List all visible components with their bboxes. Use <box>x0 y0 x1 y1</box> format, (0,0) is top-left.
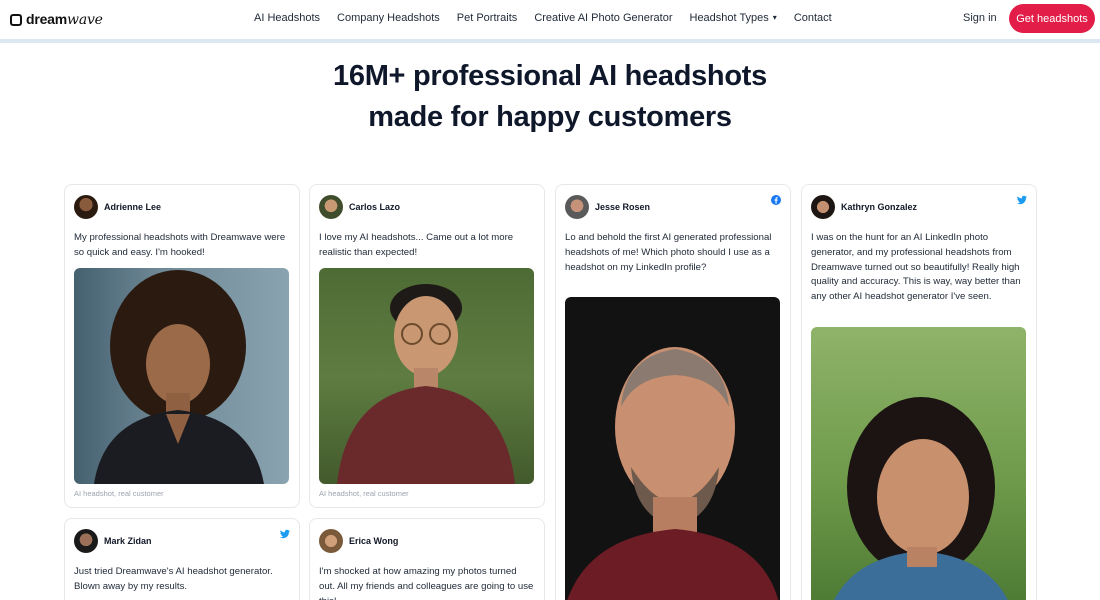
customer-name: Erica Wong <box>349 536 399 546</box>
testimonial-card: Jesse Rosen Lo and behold the first AI g… <box>555 184 791 600</box>
testimonial-card: Erica Wong I'm shocked at how amazing my… <box>309 518 545 600</box>
nav-company-headshots[interactable]: Company Headshots <box>337 12 440 24</box>
headshot-illustration <box>567 347 779 600</box>
customer-headshot <box>74 268 289 484</box>
customer-name: Jesse Rosen <box>595 202 651 212</box>
site-header: dreamwave AI Headshots Company Headshots… <box>0 0 1100 40</box>
avatar <box>319 529 343 553</box>
avatar <box>74 529 98 553</box>
nav-pet-portraits[interactable]: Pet Portraits <box>457 12 518 24</box>
customer-name: Mark Zidan <box>104 536 152 546</box>
twitter-icon[interactable] <box>1017 195 1027 205</box>
testimonial-card: Mark Zidan Just tried Dreamwave's AI hea… <box>64 518 300 600</box>
headshot-illustration <box>94 270 264 484</box>
hero-heading: 16M+ professional AI headshots made for … <box>0 56 1100 138</box>
customer-name: Adrienne Lee <box>104 202 162 212</box>
testimonial-text: Lo and behold the first AI generated pro… <box>565 232 772 273</box>
signin-link[interactable]: Sign in <box>963 12 997 24</box>
testimonial-card: Carlos Lazo I love my AI headshots... Ca… <box>309 184 545 508</box>
testimonial-text: I was on the hunt for an AI LinkedIn pho… <box>811 232 1021 303</box>
nav-creative-generator[interactable]: Creative AI Photo Generator <box>534 12 672 24</box>
brand-name: dreamwave <box>26 11 103 28</box>
testimonial-text: I love my AI headshots... Came out a lot… <box>319 232 514 258</box>
nav-headshot-types[interactable]: Headshot Types ▾ <box>690 12 777 24</box>
get-headshots-button[interactable]: Get headshots <box>1009 4 1095 33</box>
avatar <box>74 195 98 219</box>
hero-line-2: made for happy customers <box>368 101 732 133</box>
testimonial-card: Adrienne Lee My professional headshots w… <box>64 184 300 508</box>
photo-caption: AI headshot, real customer <box>319 489 409 498</box>
nav-contact[interactable]: Contact <box>794 12 832 24</box>
testimonial-card: Kathryn Gonzalez I was on the hunt for a… <box>801 184 1037 600</box>
customer-headshot <box>811 327 1026 600</box>
logo-mark-icon <box>10 13 22 26</box>
header-divider <box>0 39 1100 43</box>
photo-caption: AI headshot, real customer <box>74 489 164 498</box>
customer-name: Kathryn Gonzalez <box>841 202 918 212</box>
avatar <box>811 195 835 219</box>
nav-ai-headshots[interactable]: AI Headshots <box>254 12 320 24</box>
testimonial-text: Just tried Dreamwave's AI headshot gener… <box>74 566 273 592</box>
customer-headshot <box>319 268 534 484</box>
facebook-icon[interactable] <box>771 195 781 205</box>
headshot-illustration <box>834 397 1008 600</box>
customer-headshot <box>565 297 780 600</box>
main-nav: AI Headshots Company Headshots Pet Portr… <box>254 12 832 24</box>
headshot-illustration <box>337 284 515 484</box>
avatar <box>319 195 343 219</box>
customer-name: Carlos Lazo <box>349 202 401 212</box>
nav-headshot-types-label: Headshot Types <box>689 12 769 24</box>
twitter-icon[interactable] <box>280 529 290 539</box>
testimonial-text: I'm shocked at how amazing my photos tur… <box>319 566 534 600</box>
testimonial-text: My professional headshots with Dreamwave… <box>74 232 286 258</box>
brand-logo[interactable]: dreamwave <box>10 11 103 28</box>
hero-line-1: 16M+ professional AI headshots <box>333 60 767 92</box>
chevron-down-icon: ▾ <box>772 13 777 22</box>
avatar <box>565 195 589 219</box>
